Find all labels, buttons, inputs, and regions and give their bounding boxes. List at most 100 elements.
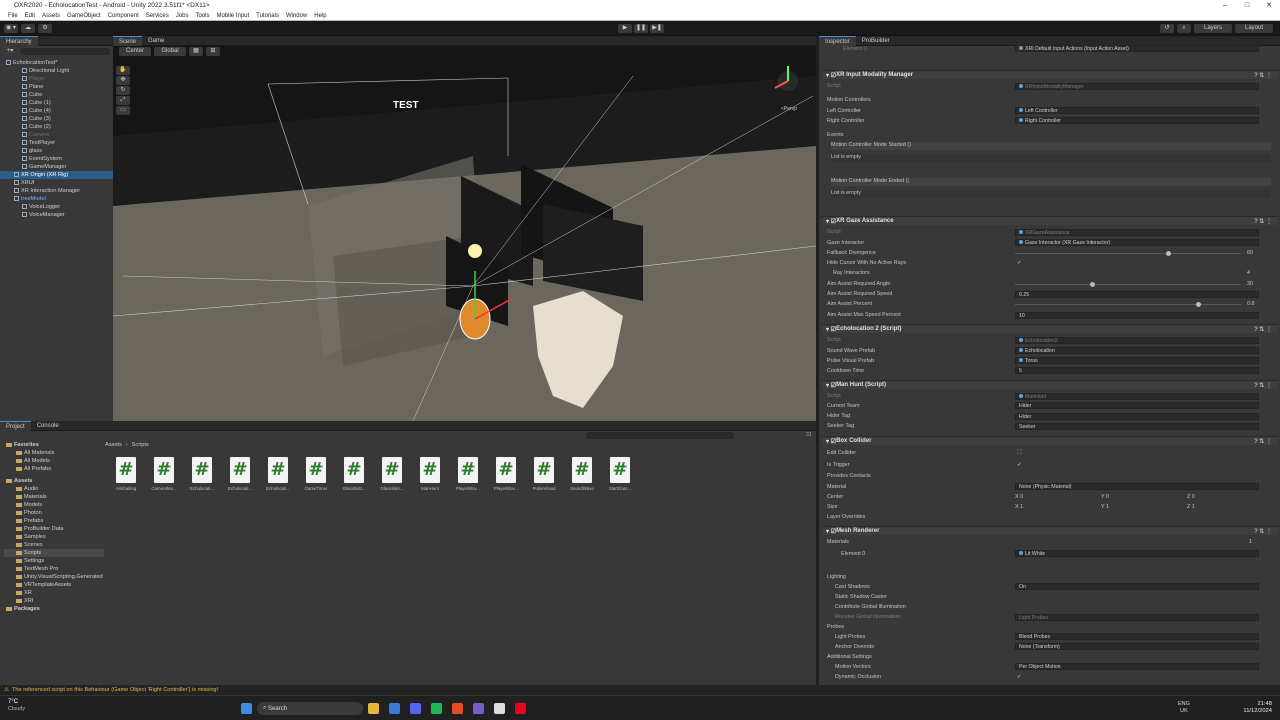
slider-value[interactable]: 60 [1247,250,1253,256]
start-icon[interactable] [241,703,252,714]
project-search-input[interactable] [586,432,734,439]
script-asset[interactable]: # Aimbaiting [110,457,142,491]
script-asset[interactable]: # GlassBott... [338,457,370,491]
field-value[interactable]: XRGazeAssistance [1015,229,1259,236]
rect-tool-icon[interactable]: ▭ [116,106,130,115]
vector-field[interactable]: Z 1 [1187,504,1195,510]
weather-widget[interactable]: 7°C Cloudy [8,699,25,713]
favorites-section[interactable]: Favorites [4,441,104,449]
tab-project[interactable]: Project [0,420,31,431]
favorite-item[interactable]: All Models [4,457,104,465]
asset-folder[interactable]: Samples [4,533,104,541]
vs-icon[interactable] [473,703,484,714]
field-value[interactable]: None (Transform) [1015,643,1259,650]
component-mesh-renderer[interactable]: ▾ ☑ Mesh Renderer ? ⇅ ⋮ [822,526,1278,535]
history-icon[interactable]: ↺ [1160,24,1174,33]
field-value[interactable]: ManHunt [1015,393,1259,400]
pause-button[interactable]: ❚❚ [634,24,649,33]
script-asset[interactable]: # PlayerMov... [452,457,484,491]
script-asset[interactable]: # StartGam... [604,457,636,491]
field-value[interactable]: Left Controller [1015,107,1259,114]
component-menu-icon[interactable]: ? ⇅ ⋮ [1254,72,1272,79]
grid-icon[interactable]: ▦ [189,47,203,56]
hierarchy-item[interactable]: XRUI [0,179,113,187]
component-toggle-icon[interactable]: ▾ ☑ [826,382,836,389]
minimize-icon[interactable]: – [1214,0,1236,11]
menu-item-edit[interactable]: Edit [25,13,35,19]
scene-view[interactable]: Scene Game Center Global ▦ ⊞ TEST <Persp… [113,36,816,421]
field-value[interactable]: XRI Default Input Actions (Input Action … [1015,45,1259,52]
component-menu-icon[interactable]: ? ⇅ ⋮ [1254,528,1272,535]
slider-handle[interactable] [1166,251,1172,256]
slider-value[interactable]: 0.8 [1247,301,1255,307]
rotate-tool-icon[interactable]: ↻ [116,86,130,95]
component-toggle-icon[interactable]: ▾ ☑ [826,528,836,535]
packages-folder[interactable]: Packages [4,605,104,613]
chrome-icon[interactable] [452,703,463,714]
asset-folder[interactable]: TextMesh Pro [4,565,104,573]
favorite-item[interactable]: All Prefabs [4,465,104,473]
asset-folder[interactable]: Prefabs [4,517,104,525]
asset-folder[interactable]: Settings [4,557,104,565]
pivot-dropdown[interactable]: Center [119,47,151,56]
slider-handle[interactable] [1195,302,1201,307]
field-value[interactable]: Light Probes [1015,614,1259,621]
script-asset[interactable]: # PulseVisual [528,457,560,491]
hierarchy-item[interactable]: Cube [0,91,113,99]
assets-folder[interactable]: Assets [4,477,104,485]
menu-item-component[interactable]: Component [108,13,139,19]
field-value[interactable]: Seeker [1015,423,1259,430]
vector-field[interactable]: X 0 [1015,494,1023,500]
field-value[interactable]: Echolocation [1015,347,1259,354]
component-xr-gaze-assistance[interactable]: ▾ ☑ XR Gaze Assistance ? ⇅ ⋮ [822,216,1278,225]
snap-icon[interactable]: ⊞ [206,47,220,56]
menu-item-assets[interactable]: Assets [42,13,60,19]
script-asset[interactable]: # Echolocati... [186,457,218,491]
asset-folder[interactable]: VRTemplateAssets [4,581,104,589]
language-indicator[interactable]: ENG UK [1178,701,1190,715]
script-asset[interactable]: # PlayerMov... [490,457,522,491]
hierarchy-item[interactable]: Player [0,75,113,83]
hierarchy-item[interactable]: Cube (2) [0,123,113,131]
field-value[interactable]: Per Object Motion [1015,663,1259,670]
play-button[interactable]: ▶ [618,24,632,33]
slider-track[interactable] [1015,251,1241,256]
clock[interactable]: 21:48 11/12/2024 [1226,701,1272,715]
close-icon[interactable]: ✕ [1258,0,1280,11]
component-toggle-icon[interactable]: ▾ ☑ [826,218,836,225]
hierarchy-item[interactable]: XR Origin (XR Rig) [0,171,113,179]
persp-label[interactable]: <Persp [781,106,797,112]
hierarchy-item[interactable]: XR Interaction Manager [0,187,113,195]
account-button[interactable]: ◉ ▾ [4,24,18,33]
collab-icon[interactable]: ⚙ [38,24,52,33]
breadcrumb-scripts[interactable]: Scripts [132,442,149,448]
field-value[interactable]: Torus [1015,357,1259,364]
hierarchy-item[interactable]: glass [0,147,113,155]
hierarchy-item[interactable]: Camera [0,131,113,139]
component-toggle-icon[interactable]: ▾ ☑ [826,438,836,445]
asset-folder[interactable]: Models [4,501,104,509]
menu-item-file[interactable]: File [8,13,18,19]
hand-tool-icon[interactable]: ✋ [116,66,130,75]
layers-dropdown[interactable]: Layers [1194,24,1232,33]
slider-track[interactable] [1015,302,1241,307]
hierarchy-item[interactable]: EcholocationTest* [0,59,113,67]
script-asset[interactable]: # CameraMo... [148,457,180,491]
field-value[interactable]: XRInputModalityManager [1015,83,1259,90]
asset-folder[interactable]: Materials [4,493,104,501]
breadcrumb-assets[interactable]: Assets [105,442,122,448]
component-menu-icon[interactable]: ? ⇅ ⋮ [1254,438,1272,445]
slider-track[interactable] [1015,282,1241,287]
script-asset[interactable]: # Glassister... [376,457,408,491]
script-asset[interactable]: # GameTimer [300,457,332,491]
tab-game[interactable]: Game [142,36,170,46]
step-button[interactable]: ▶❚ [650,24,665,33]
menu-item-mobile-input[interactable]: Mobile Input [216,13,249,19]
hierarchy-item[interactable]: VoiceManager [0,211,113,219]
field-value[interactable]: Echolocation2 [1015,337,1259,344]
asset-folder[interactable]: Photon [4,509,104,517]
component-man-hunt[interactable]: ▾ ☑ Man Hunt (Script) ? ⇅ ⋮ [822,380,1278,389]
add-button[interactable]: +▾ [3,47,17,56]
hierarchy-item[interactable]: treeModel [0,195,113,203]
hierarchy-item[interactable]: Directional Light [0,67,113,75]
